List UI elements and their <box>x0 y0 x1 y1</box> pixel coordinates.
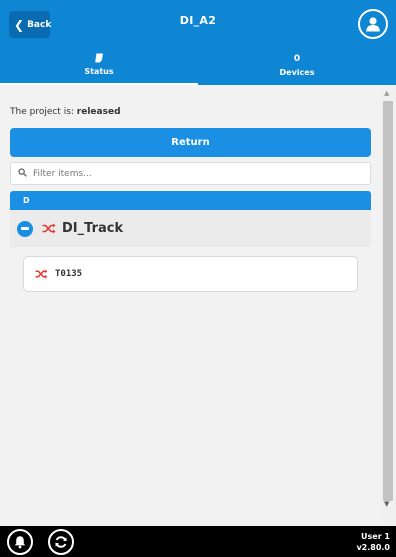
return-button[interactable]: Return <box>10 128 371 157</box>
group-letter-header: D <box>10 191 371 210</box>
document-icon <box>94 52 104 64</box>
notifications-button[interactable] <box>7 529 33 555</box>
device-card[interactable]: T0135 <box>23 256 358 292</box>
project-status-line: The project is: released <box>10 107 121 117</box>
filter-field[interactable] <box>10 162 371 185</box>
project-status-prefix: The project is: <box>10 107 74 117</box>
footer-version: v2.80.0 <box>356 543 390 552</box>
project-status-value: released <box>76 107 121 117</box>
refresh-button[interactable] <box>48 529 74 555</box>
footer-user: User 1 <box>361 532 390 541</box>
filter-input[interactable] <box>33 168 353 179</box>
refresh-icon <box>55 536 67 548</box>
shuffle-icon <box>35 269 48 279</box>
user-button[interactable] <box>358 9 388 39</box>
minus-circle-icon[interactable] <box>17 220 33 237</box>
app-header: ❮ Back DI_A2 Status 0 Devices <box>0 0 396 85</box>
tab-devices[interactable]: 0 Devices <box>198 44 396 85</box>
vertical-scrollbar[interactable]: ▲ ▼ <box>380 85 396 526</box>
bell-icon <box>14 536 26 549</box>
search-icon <box>18 167 27 180</box>
footer-info: User 1 v2.80.0 <box>356 531 390 553</box>
shuffle-icon <box>42 223 56 234</box>
group-name: DI_Track <box>62 221 124 236</box>
scroll-up-icon[interactable]: ▲ <box>384 89 389 97</box>
tab-status[interactable]: Status <box>0 44 198 85</box>
device-name: T0135 <box>55 269 83 279</box>
page-title: DI_A2 <box>179 14 217 27</box>
scroll-down-icon[interactable]: ▼ <box>384 500 389 508</box>
user-icon <box>366 17 380 32</box>
devices-count-badge: 0 <box>294 53 300 65</box>
tab-devices-label: Devices <box>279 67 315 77</box>
tab-status-label: Status <box>84 66 114 76</box>
header-top-row: ❮ Back DI_A2 <box>0 0 396 44</box>
scroll-thumb[interactable] <box>383 101 393 501</box>
app-footer: User 1 v2.80.0 <box>0 526 396 557</box>
devices-count: 0 <box>293 53 301 64</box>
group-row[interactable]: DI_Track <box>10 210 371 247</box>
